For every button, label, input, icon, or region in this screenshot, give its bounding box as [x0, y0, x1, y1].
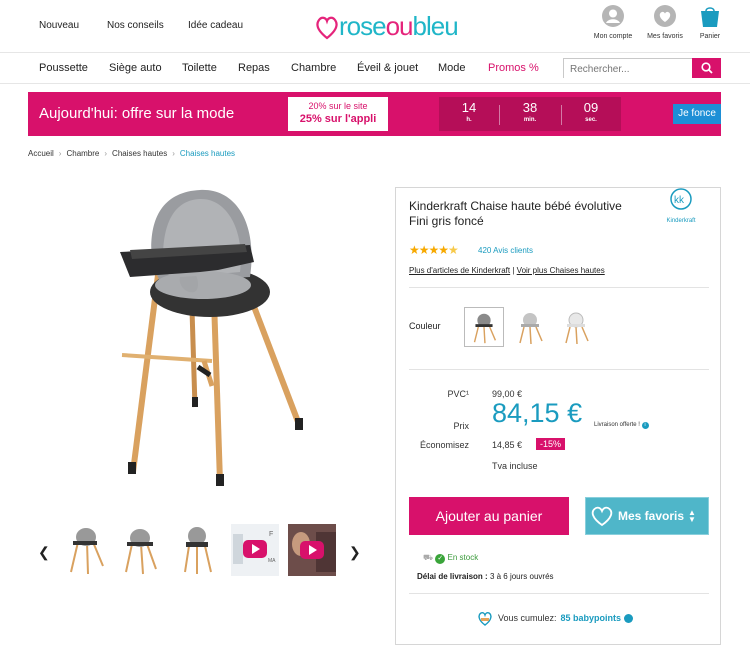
- nav-item-mode[interactable]: Mode: [438, 62, 466, 74]
- breadcrumb-chambre[interactable]: Chambre: [66, 149, 99, 158]
- timer-seconds: 09 sec.: [583, 100, 599, 123]
- delivery-time: Délai de livraison : 3 à 6 jours ouvrés: [417, 572, 554, 581]
- sort-arrows-icon: ▲ ▼: [688, 508, 696, 524]
- offer-box: 20% sur le site 25% sur l'appli: [288, 97, 388, 131]
- discount-badge: -15%: [536, 438, 566, 450]
- product-image: [120, 189, 303, 486]
- nav-item-poussette[interactable]: Poussette: [39, 62, 88, 74]
- thumbnail-1[interactable]: [63, 524, 108, 576]
- timer-minutes: 38 min.: [522, 100, 538, 123]
- shopping-bag-icon: [701, 7, 719, 27]
- tax-note: Tva incluse: [492, 461, 538, 471]
- breadcrumb-current: Chaises hautes: [179, 149, 236, 158]
- nav-item-repas[interactable]: Repas: [238, 62, 270, 74]
- link-nouveau[interactable]: Nouveau: [39, 20, 79, 31]
- search-button[interactable]: [692, 58, 721, 78]
- favorites-button[interactable]: Mes favoris ▲ ▼: [585, 497, 709, 535]
- play-icon: [288, 524, 336, 576]
- heart-outline-icon: [591, 506, 613, 527]
- babypoints-icon: [478, 611, 492, 626]
- user-icon: [602, 5, 624, 27]
- svg-text:kk: kk: [674, 195, 685, 206]
- main-nav: Poussette Siège auto Toilette Repas Cham…: [0, 52, 750, 84]
- promo-banner: Aujourd'hui: offre sur la mode 20% sur l…: [28, 92, 721, 136]
- play-icon: F MA: [233, 531, 276, 564]
- rating-stars: ★★★★★: [409, 243, 459, 257]
- countdown-timer: 14 h. 38 min. 09 sec.: [439, 97, 621, 131]
- link-idee-cadeau[interactable]: Idée cadeau: [188, 20, 243, 31]
- thumbnail-3[interactable]: [175, 524, 220, 576]
- color-option-selected[interactable]: [464, 307, 504, 347]
- banner-title: Aujourd'hui: offre sur la mode: [39, 105, 235, 122]
- price-value: 84,15 €: [492, 398, 583, 428]
- divider: [409, 369, 709, 370]
- price-label: Prix: [453, 421, 470, 431]
- related-links: Plus d'articles de Kinderkraft | Voir pl…: [409, 266, 605, 275]
- timer-divider: [499, 105, 500, 125]
- color-label: Couleur: [409, 321, 441, 331]
- babypoints-info: Vous cumulez: 85 babypoints: [476, 609, 634, 627]
- nav-item-promos[interactable]: Promos %: [488, 62, 539, 74]
- reviews-link[interactable]: 420 Avis clients: [478, 246, 533, 255]
- breadcrumb-accueil[interactable]: Accueil: [28, 149, 54, 158]
- add-to-cart-button[interactable]: Ajouter au panier: [409, 497, 569, 535]
- truck-icon: ⛟: [423, 553, 434, 562]
- heart-cloud-icon: [316, 16, 338, 40]
- search-box: [563, 58, 721, 79]
- brand-logo[interactable]: kk Kinderkraft: [661, 188, 701, 226]
- nav-item-eveil-jouet[interactable]: Éveil & jouet: [357, 62, 418, 74]
- breadcrumb: Accueil › Chambre › Chaises hautes › Chaises h…: [28, 149, 236, 158]
- chevron-right-icon[interactable]: ❯: [349, 544, 361, 561]
- cart-button[interactable]: Panier: [696, 5, 724, 40]
- chevron-left-icon[interactable]: ❮: [38, 544, 50, 561]
- more-category-link[interactable]: Voir plus Chaises hautes: [517, 266, 605, 275]
- heart-icon: [654, 5, 676, 27]
- color-option-2[interactable]: [510, 307, 550, 347]
- stock-status: ⛟ ✓ En stock: [423, 553, 479, 564]
- thumbnail-2[interactable]: [118, 524, 163, 576]
- kinderkraft-logo-icon: kk: [670, 188, 692, 210]
- nav-item-siege-auto[interactable]: Siège auto: [109, 62, 162, 74]
- free-delivery-note: Livraison offerte ! i: [594, 422, 649, 429]
- nav-item-chambre[interactable]: Chambre: [291, 62, 336, 74]
- divider: [409, 287, 709, 288]
- logo-text: roseoubleu: [339, 10, 459, 41]
- top-header: Nouveau Nos conseils Idée cadeau roseoub…: [0, 0, 750, 52]
- search-icon: [700, 62, 713, 74]
- product-title: Kinderkraft Chaise haute bébé évolutive …: [409, 199, 622, 228]
- more-brand-link[interactable]: Plus d'articles de Kinderkraft: [409, 266, 510, 275]
- savings-value: 14,85 €: [492, 440, 523, 450]
- timer-divider: [561, 105, 562, 125]
- account-button[interactable]: Mon compte: [592, 5, 634, 40]
- info-icon[interactable]: [624, 613, 634, 623]
- pvc-label: PVC¹: [447, 389, 469, 399]
- link-nos-conseils[interactable]: Nos conseils: [107, 20, 164, 31]
- svg-text:F: F: [269, 531, 273, 538]
- site-logo[interactable]: roseoubleu: [315, 8, 459, 44]
- info-icon[interactable]: i: [641, 422, 649, 429]
- product-panel: Kinderkraft Chaise haute bébé évolutive …: [395, 187, 721, 645]
- color-option-3[interactable]: [556, 307, 596, 347]
- search-input[interactable]: [564, 60, 692, 79]
- favorites-header-button[interactable]: Mes favoris: [645, 5, 685, 40]
- video-thumbnail-2[interactable]: [288, 524, 336, 576]
- savings-label: Économisez: [419, 440, 469, 450]
- breadcrumb-chaises-hautes[interactable]: Chaises hautes: [112, 149, 167, 158]
- je-fonce-button[interactable]: Je fonce: [673, 104, 721, 124]
- check-circle-icon: ✓: [435, 554, 446, 564]
- svg-text:MA: MA: [268, 558, 276, 564]
- divider: [409, 593, 709, 594]
- timer-hours: 14 h.: [461, 100, 477, 123]
- nav-item-toilette[interactable]: Toilette: [182, 62, 217, 74]
- video-thumbnail-1[interactable]: F MA: [231, 524, 279, 576]
